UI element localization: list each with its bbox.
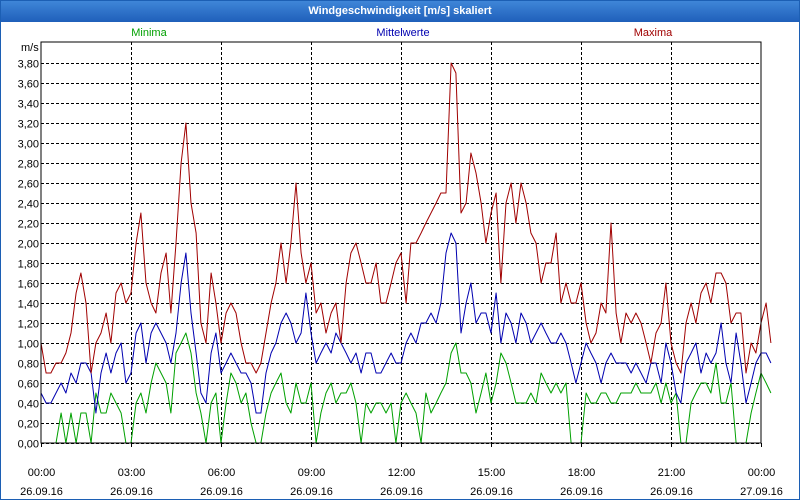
y-tick-label: 2,00: [18, 239, 39, 251]
y-tick-label: 3,60: [18, 79, 39, 91]
y-tick-label: 0,20: [18, 419, 39, 431]
x-axis-ticks: 00:00 26.09.16 03:00 26.09.16 06:00 26.09.16 0…: [20, 443, 783, 498]
y-tick-label: 1,00: [18, 339, 39, 351]
series-line-maxima: [40, 62, 772, 374]
x-tick-date-label: 26.09.16: [650, 486, 693, 498]
y-tick-label: 0,80: [18, 359, 39, 371]
x-tick-date-label: 26.09.16: [200, 486, 243, 498]
legend-item-mittelwerte: Mittelwerte: [376, 27, 429, 39]
x-tick-time-label: 21:00: [658, 467, 686, 479]
x-tick-date-label: 26.09.16: [470, 486, 513, 498]
y-tick-label: 1,60: [18, 279, 39, 291]
grid: [41, 42, 761, 444]
window-title-bar: Windgeschwindigkeit [m/s] skaliert: [1, 1, 799, 22]
y-tick-label: 1,40: [18, 299, 39, 311]
legend: Minima Mittelwerte Maxima: [131, 27, 673, 39]
y-tick-label: 1,20: [18, 319, 39, 331]
y-tick-label: 3,80: [18, 59, 39, 71]
x-tick-time-label: 18:00: [568, 467, 596, 479]
y-tick-label: 2,80: [18, 159, 39, 171]
x-tick-time-label: 09:00: [298, 467, 326, 479]
x-tick-date-label: 26.09.16: [560, 486, 603, 498]
series-line-minima: [41, 332, 772, 444]
x-tick-date-label: 27.09.16: [740, 486, 783, 498]
x-tick-date-label: 26.09.16: [110, 486, 153, 498]
x-tick-time-label: 03:00: [118, 467, 146, 479]
y-tick-label: 0,00: [18, 439, 39, 451]
legend-item-minima: Minima: [131, 27, 167, 39]
y-axis-label: m/s: [21, 42, 39, 54]
x-tick-time-label: 12:00: [388, 467, 416, 479]
x-tick-time-label: 06:00: [208, 467, 236, 479]
x-tick-time-label: 15:00: [478, 467, 506, 479]
chart-window: Windgeschwindigkeit [m/s] skaliert 0,00 0…: [0, 0, 800, 500]
window-title: Windgeschwindigkeit [m/s] skaliert: [308, 5, 492, 17]
y-tick-label: 0,40: [18, 399, 39, 411]
y-tick-label: 2,40: [18, 199, 39, 211]
x-tick-date-label: 26.09.16: [380, 486, 423, 498]
legend-item-maxima: Maxima: [634, 27, 673, 39]
x-tick-date-label: 26.09.16: [290, 486, 333, 498]
x-tick-time-label: 00:00: [748, 467, 776, 479]
line-chart: 0,00 0,20 0,40 0,60 0,80 1,00 1,20 1,40 1,60 1,80…: [18, 27, 783, 498]
y-tick-label: 3,20: [18, 119, 39, 131]
y-tick-label: 3,00: [18, 139, 39, 151]
x-tick-time-label: 00:00: [28, 467, 56, 479]
y-tick-label: 2,60: [18, 179, 39, 191]
x-tick-date-label: 26.09.16: [20, 486, 63, 498]
y-tick-label: 2,20: [18, 219, 39, 231]
y-tick-label: 1,80: [18, 259, 39, 271]
y-axis-ticks: 0,00 0,20 0,40 0,60 0,80 1,00 1,20 1,40 1,60 1,80…: [18, 59, 39, 451]
series-lines: [40, 62, 772, 444]
y-tick-label: 3,40: [18, 99, 39, 111]
y-tick-label: 0,60: [18, 379, 39, 391]
